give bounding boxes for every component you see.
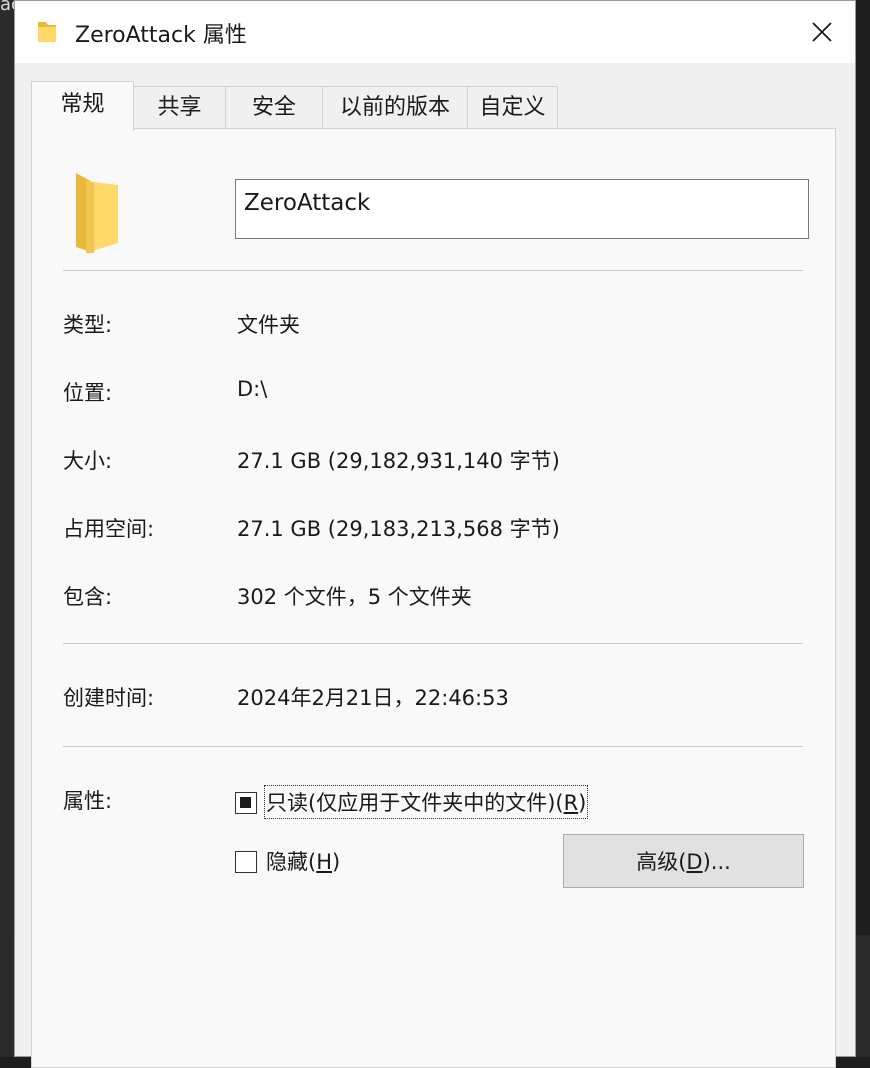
tab-previous-versions[interactable]: 以前的版本 (322, 86, 468, 129)
readonly-text: 只读(仅应用于文件夹中的文件)( (266, 791, 564, 815)
separator (63, 643, 803, 644)
background-right-strip (856, 0, 870, 1057)
tab-customize[interactable]: 自定义 (467, 86, 558, 129)
location-value: D:\ (237, 377, 268, 401)
advanced-close: )... (702, 850, 731, 874)
separator (63, 270, 803, 271)
close-button[interactable] (789, 1, 855, 63)
tab-security[interactable]: 安全 (225, 86, 323, 129)
readonly-label[interactable]: 只读(仅应用于文件夹中的文件)(R) (263, 785, 589, 819)
folder-name-input[interactable] (235, 179, 809, 239)
properties-dialog: ZeroAttack 属性 常规 共享 安全 以前的版本 自定义 类型: 文件夹… (14, 0, 856, 1068)
advanced-text: 高级( (636, 850, 687, 874)
size-label: 大小: (63, 449, 113, 473)
hidden-checkbox[interactable] (235, 851, 257, 873)
type-value: 文件夹 (237, 313, 300, 337)
size-on-disk-label: 占用空间: (63, 517, 155, 541)
attributes-label: 属性: (63, 789, 113, 813)
advanced-button[interactable]: 高级(D)... (563, 834, 804, 888)
readonly-accesskey: R (563, 791, 579, 815)
hidden-label[interactable]: 隐藏(H) (266, 846, 340, 876)
tab-sharing[interactable]: 共享 (133, 86, 226, 129)
contains-label: 包含: (63, 585, 113, 609)
readonly-close: ) (578, 791, 587, 815)
location-label: 位置: (63, 381, 113, 405)
title-bar[interactable]: ZeroAttack 属性 (15, 1, 855, 63)
size-value: 27.1 GB (29,182,931,140 字节) (237, 449, 560, 473)
separator (63, 746, 803, 747)
window-title: ZeroAttack 属性 (75, 23, 247, 48)
hidden-accesskey: H (316, 850, 332, 874)
contains-value: 302 个文件，5 个文件夹 (237, 585, 472, 609)
folder-icon (37, 20, 57, 48)
type-label: 类型: (63, 313, 113, 337)
background-left-strip: ac (0, 0, 21, 1057)
hidden-text: 隐藏( (266, 850, 317, 874)
close-icon (812, 22, 832, 42)
readonly-checkbox[interactable] (235, 792, 257, 814)
folder-large-icon (72, 171, 120, 259)
general-panel: 类型: 文件夹 位置: D:\ 大小: 27.1 GB (29,182,931,… (31, 128, 836, 1068)
tab-general[interactable]: 常规 (31, 81, 134, 131)
created-value: 2024年2月21日，22:46:53 (237, 686, 509, 710)
hidden-close: ) (332, 850, 341, 874)
size-on-disk-value: 27.1 GB (29,183,213,568 字节) (237, 517, 560, 541)
created-label: 创建时间: (63, 686, 155, 710)
advanced-accesskey: D (686, 850, 703, 874)
